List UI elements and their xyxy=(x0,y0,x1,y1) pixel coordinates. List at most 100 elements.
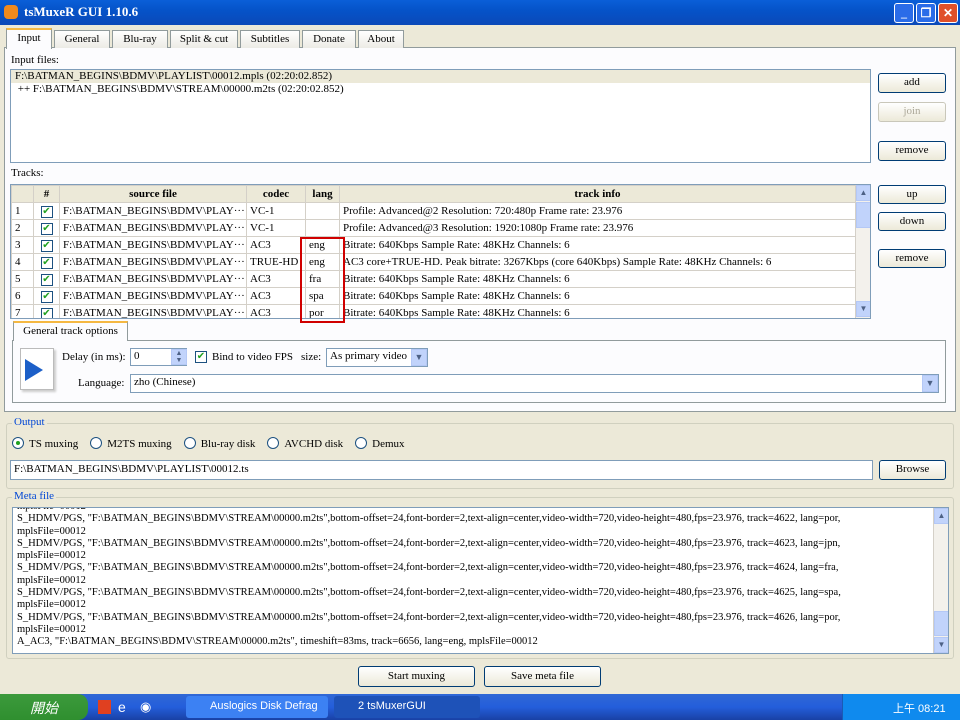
track-row[interactable]: 2 ✔ F:\BATMAN_BEGINS\BDMV\PLAY··· VC-1 Profi… xyxy=(11,219,856,237)
scroll-thumb[interactable] xyxy=(856,202,870,228)
save-meta-button[interactable]: Save meta file xyxy=(484,666,601,687)
close-button[interactable]: ✕ xyxy=(938,3,958,23)
track-enabled-checkbox[interactable]: ✔ xyxy=(40,307,53,318)
radio-icon[interactable] xyxy=(267,437,280,449)
track-row[interactable]: 1 ✔ F:\BATMAN_BEGINS\BDMV\PLAY··· VC-1 Profi… xyxy=(11,202,856,220)
delay-input[interactable]: 0 ▲ ▼ xyxy=(130,348,187,366)
cell-codec: AC3 xyxy=(246,270,306,288)
scroll-thumb[interactable] xyxy=(934,611,948,636)
lang-highlight-box xyxy=(300,237,345,323)
track-down-button[interactable]: down xyxy=(878,212,946,231)
scroll-up-icon[interactable]: ▲ xyxy=(934,508,948,524)
radio-label: TS muxing xyxy=(29,438,79,450)
track-row[interactable]: 5 ✔ F:\BATMAN_BEGINS\BDMV\PLAY··· AC3 fra Bit… xyxy=(11,270,856,288)
output-label: Output xyxy=(12,416,47,428)
cell-codec: AC3 xyxy=(246,304,306,318)
size-select[interactable]: As primary video ▼ xyxy=(326,348,428,367)
tab-blu-ray[interactable]: Blu-ray xyxy=(112,30,168,48)
minimize-button[interactable]: _ xyxy=(894,3,914,23)
column-header-codec[interactable]: codec xyxy=(246,185,306,203)
start-muxing-button[interactable]: Start muxing xyxy=(358,666,475,687)
column-header-enabled[interactable]: # xyxy=(33,185,60,203)
output-radio-avchd-disk[interactable]: AVCHD disk xyxy=(267,437,343,450)
tab-input[interactable]: Input xyxy=(6,28,52,49)
tab-donate[interactable]: Donate xyxy=(302,30,356,48)
task-label: 2 tsMuxerGUI xyxy=(358,700,426,712)
add-button[interactable]: add xyxy=(878,73,946,93)
tab-general-track-options[interactable]: General track options xyxy=(13,321,128,341)
join-button[interactable]: join xyxy=(878,102,946,122)
radio-label: M2TS muxing xyxy=(107,438,172,450)
track-row[interactable]: 6 ✔ F:\BATMAN_BEGINS\BDMV\PLAY··· AC3 spa Bit… xyxy=(11,287,856,305)
radio-icon[interactable] xyxy=(90,437,103,449)
input-files-list[interactable]: F:\BATMAN_BEGINS\BDMV\PLAYLIST\00012.mpl… xyxy=(10,69,871,163)
scroll-down-icon[interactable]: ▼ xyxy=(934,637,948,653)
language-select[interactable]: zho (Chinese) ▼ xyxy=(130,374,939,393)
output-path-input[interactable]: F:\BATMAN_BEGINS\BDMV\PLAYLIST\00012.ts xyxy=(10,460,873,480)
track-up-button[interactable]: up xyxy=(878,185,946,204)
track-enabled-checkbox[interactable]: ✔ xyxy=(40,222,53,235)
track-enabled-checkbox[interactable]: ✔ xyxy=(40,273,53,286)
tracks-table[interactable]: # source file codec lang track info 1 ✔ F:… xyxy=(10,184,871,319)
start-label: 開始 xyxy=(30,700,58,716)
scroll-down-icon[interactable]: ▼ xyxy=(856,301,870,317)
radio-icon[interactable] xyxy=(12,437,24,449)
track-enabled-checkbox[interactable]: ✔ xyxy=(40,290,53,303)
ie-icon[interactable]: e xyxy=(118,699,126,715)
track-row[interactable]: 4 ✔ F:\BATMAN_BEGINS\BDMV\PLAY··· TRUE-HD en… xyxy=(11,253,856,271)
tab-subtitles[interactable]: Subtitles xyxy=(240,30,300,48)
input-file-item[interactable]: ++ F:\BATMAN_BEGINS\BDMV\STREAM\00000.m2… xyxy=(11,83,870,96)
quicklaunch-icon[interactable]: ◉ xyxy=(140,699,151,715)
cell-row-number: 6 xyxy=(11,287,34,305)
meta-textarea[interactable]: mplsFile=00012S_HDMV/PGS, "F:\BATMAN_BEG… xyxy=(12,507,949,654)
output-radio-ts-muxing[interactable]: TS muxing xyxy=(12,437,79,450)
track-enabled-checkbox[interactable]: ✔ xyxy=(40,256,53,269)
tab-general[interactable]: General xyxy=(54,30,110,48)
track-row[interactable]: 3 ✔ F:\BATMAN_BEGINS\BDMV\PLAY··· AC3 eng Bit… xyxy=(11,236,856,254)
cell-row-number: 4 xyxy=(11,253,34,271)
cell-source-file: F:\BATMAN_BEGINS\BDMV\PLAY··· xyxy=(59,202,247,220)
language-value: zho (Chinese) xyxy=(134,376,196,388)
meta-scrollbar[interactable]: ▲ ▼ xyxy=(933,508,948,653)
radio-icon[interactable] xyxy=(355,437,368,449)
track-enabled-checkbox[interactable]: ✔ xyxy=(40,239,53,252)
column-header-row xyxy=(11,185,34,203)
clock: 上午 08:21 xyxy=(893,703,946,715)
tracks-scrollbar[interactable]: ▲ ▼ xyxy=(855,185,870,318)
remove-file-button[interactable]: remove xyxy=(878,141,946,161)
quicklaunch-icon[interactable] xyxy=(98,700,111,714)
cell-codec: VC-1 xyxy=(246,202,306,220)
start-button[interactable]: 開始 xyxy=(0,694,88,720)
delay-value: 0 xyxy=(134,350,140,362)
remove-track-button[interactable]: remove xyxy=(878,249,946,268)
meta-line: mplsFile=00012 xyxy=(17,525,86,537)
output-radio-blu-ray-disk[interactable]: Blu-ray disk xyxy=(183,437,255,450)
cell-track-info: Profile: Advanced@3 Resolution: 1920:108… xyxy=(339,219,856,237)
track-enabled-checkbox[interactable]: ✔ xyxy=(40,205,53,218)
column-header-track-info[interactable]: track info xyxy=(339,185,856,203)
browse-button[interactable]: Browse xyxy=(879,460,946,480)
system-tray: 上午 08:21 xyxy=(842,694,960,720)
track-row[interactable]: 7 ✔ F:\BATMAN_BEGINS\BDMV\PLAY··· AC3 por Bit… xyxy=(11,304,856,318)
cell-enabled-checkbox: ✔ xyxy=(33,304,60,318)
scroll-up-icon[interactable]: ▲ xyxy=(856,185,870,201)
column-header-source-file[interactable]: source file xyxy=(59,185,247,203)
meta-line: mplsFile=00012 xyxy=(17,550,86,562)
chevron-down-icon[interactable]: ▼ xyxy=(411,349,427,366)
tab-split-cut[interactable]: Split & cut xyxy=(170,30,238,48)
input-file-item[interactable]: F:\BATMAN_BEGINS\BDMV\PLAYLIST\00012.mpl… xyxy=(11,70,870,83)
radio-icon[interactable] xyxy=(183,437,196,449)
meta-line: S_HDMV/PGS, "F:\BATMAN_BEGINS\BDMV\STREA… xyxy=(17,562,839,574)
cell-source-file: F:\BATMAN_BEGINS\BDMV\PLAY··· xyxy=(59,287,247,305)
delay-spinner-icon[interactable]: ▲ ▼ xyxy=(171,349,187,365)
task-tsmuxergui[interactable]: 2 tsMuxerGUI xyxy=(334,696,480,718)
output-radio-demux[interactable]: Demux xyxy=(355,437,405,450)
maximize-button[interactable]: ❐ xyxy=(916,3,936,23)
chevron-down-icon[interactable]: ▼ xyxy=(922,375,938,392)
output-radio-m2ts-muxing[interactable]: M2TS muxing xyxy=(90,437,172,450)
tab-about[interactable]: About xyxy=(358,30,404,48)
bind-fps-checkbox[interactable]: ✔ xyxy=(195,351,207,363)
task-auslogics[interactable]: Auslogics Disk Defrag xyxy=(186,696,328,718)
column-header-lang[interactable]: lang xyxy=(305,185,340,203)
title-bar: tsMuxeR GUI 1.10.6 _ ❐ ✕ xyxy=(0,0,960,25)
